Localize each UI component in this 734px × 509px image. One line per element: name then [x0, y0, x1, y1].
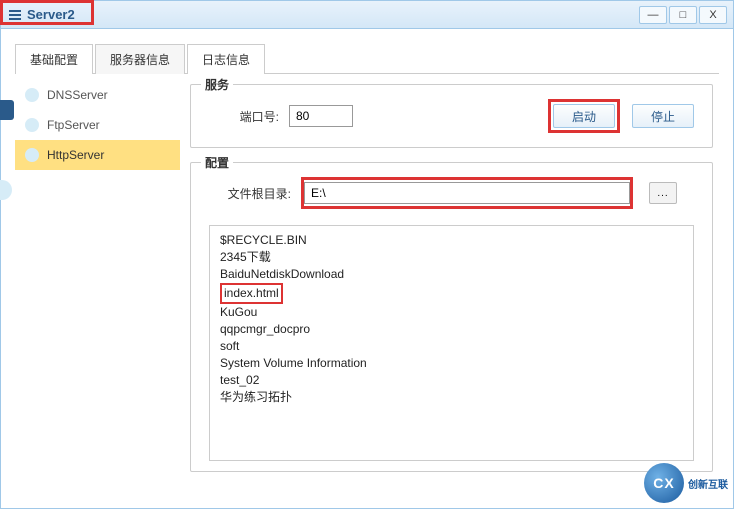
- main-panel: 服务 端口号: 启动 停止 配置: [180, 74, 719, 495]
- body-split: DNSServer FtpServer HttpServer 服务 端口号:: [15, 74, 719, 495]
- content-area: 基础配置 服务器信息 日志信息 DNSServer FtpServer Http…: [1, 29, 733, 508]
- start-button[interactable]: 启动: [553, 104, 615, 128]
- logo-mark-icon: CX: [644, 463, 684, 503]
- status-dot-icon: [25, 88, 39, 102]
- list-item[interactable]: qqpcmgr_docpro: [220, 321, 683, 338]
- service-legend: 服务: [201, 76, 233, 93]
- list-item-index[interactable]: index.html: [220, 283, 683, 304]
- sidebar-item-ftpserver[interactable]: FtpServer: [15, 110, 180, 140]
- brand-logo: CX 创新互联: [644, 463, 728, 503]
- service-buttons: 启动 停止: [548, 99, 694, 133]
- list-item[interactable]: $RECYCLE.BIN: [220, 232, 683, 249]
- tab-basic-config[interactable]: 基础配置: [15, 44, 93, 74]
- file-listing[interactable]: $RECYCLE.BIN 2345下载 BaiduNetdiskDownload…: [209, 225, 694, 461]
- window-controls: — □ X: [639, 6, 727, 24]
- port-row: 端口号: 启动 停止: [209, 99, 694, 133]
- port-label: 端口号:: [209, 108, 279, 125]
- maximize-button[interactable]: □: [669, 6, 697, 24]
- sidebar-item-httpserver[interactable]: HttpServer: [15, 140, 180, 170]
- list-item[interactable]: 2345下载: [220, 249, 683, 266]
- sidebar-item-dnsserver[interactable]: DNSServer: [15, 80, 180, 110]
- tab-log-info[interactable]: 日志信息: [187, 44, 265, 74]
- titlebar[interactable]: Server2 — □ X: [1, 1, 733, 29]
- list-item[interactable]: test_02: [220, 372, 683, 389]
- list-item[interactable]: BaiduNetdiskDownload: [220, 266, 683, 283]
- list-item[interactable]: KuGou: [220, 304, 683, 321]
- sidebar-item-label: DNSServer: [47, 88, 108, 102]
- config-fieldset: 配置 文件根目录: ... $RECYCLE.BIN 2345下载 BaiduN…: [190, 162, 713, 472]
- rootdir-row: 文件根目录: ...: [209, 177, 694, 209]
- tab-server-info[interactable]: 服务器信息: [95, 44, 185, 74]
- close-button[interactable]: X: [699, 6, 727, 24]
- minimize-button[interactable]: —: [639, 6, 667, 24]
- service-fieldset: 服务 端口号: 启动 停止: [190, 84, 713, 148]
- status-dot-icon: [25, 118, 39, 132]
- server-sidebar: DNSServer FtpServer HttpServer: [15, 74, 180, 495]
- rootdir-input[interactable]: [304, 182, 630, 204]
- app-icon: [7, 7, 23, 23]
- rootdir-label: 文件根目录:: [209, 185, 291, 202]
- tab-bar: 基础配置 服务器信息 日志信息: [15, 43, 719, 74]
- status-dot-icon: [25, 148, 39, 162]
- list-item[interactable]: 华为练习拓扑: [220, 389, 683, 406]
- app-window: Server2 — □ X 基础配置 服务器信息 日志信息 DNSServer …: [0, 0, 734, 509]
- start-highlight-box: 启动: [548, 99, 620, 133]
- browse-button[interactable]: ...: [649, 182, 677, 204]
- config-legend: 配置: [201, 154, 233, 171]
- list-item[interactable]: soft: [220, 338, 683, 355]
- stop-button[interactable]: 停止: [632, 104, 694, 128]
- rootdir-highlight-box: [301, 177, 633, 209]
- sidebar-item-label: FtpServer: [47, 118, 100, 132]
- sidebar-item-label: HttpServer: [47, 148, 104, 162]
- index-highlight-box: index.html: [220, 283, 283, 304]
- list-item[interactable]: System Volume Information: [220, 355, 683, 372]
- port-input[interactable]: [289, 105, 353, 127]
- window-title: Server2: [27, 7, 75, 22]
- logo-text: 创新互联: [688, 476, 728, 491]
